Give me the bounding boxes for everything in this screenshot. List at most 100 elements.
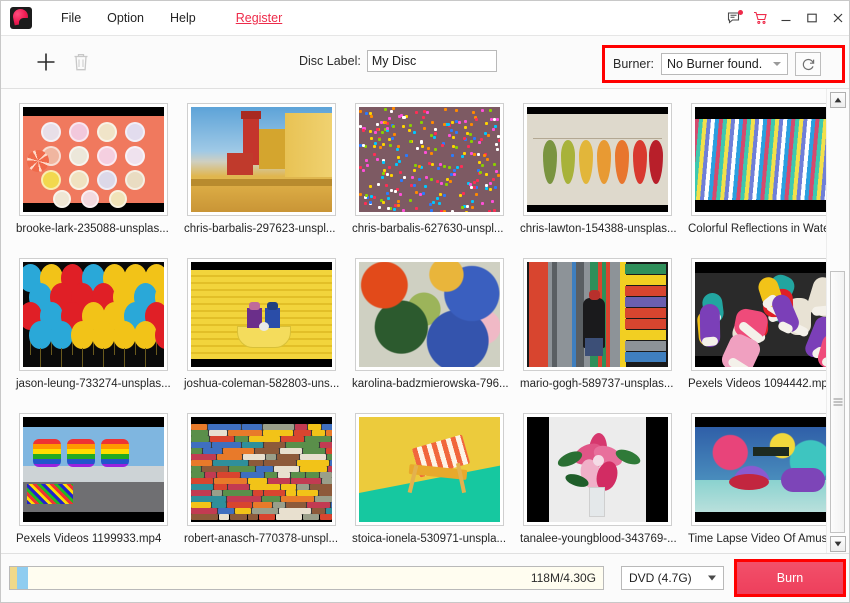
burner-select-value: No Burner found. [667,57,763,71]
file-name-label: mario-gogh-589737-unsplas... [520,378,674,390]
disc-label-input[interactable] [366,50,497,72]
feedback-badge-dot [738,10,743,15]
thumbnail-frame [354,258,504,371]
scroll-up-arrow-icon[interactable] [830,92,846,108]
burner-group: Burner: No Burner found. [605,48,842,80]
file-name-label: jason-leung-733274-unsplas... [16,378,171,390]
thumbnail-image [358,262,500,367]
add-files-button[interactable] [31,47,61,77]
file-name-label: joshua-coleman-582803-uns... [184,378,340,390]
grid-cell-reflections[interactable]: Colorful Reflections in Water.... [685,89,845,244]
grid-cell-stripes[interactable]: mario-gogh-589737-unsplas... [517,244,677,399]
capacity-bar: 118M/4.30G [9,566,604,590]
file-name-label: Time Lapse Video Of Amuse... [688,533,844,545]
file-grid[interactable]: brooke-lark-235088-unsplas... chris-barb… [1,89,849,555]
minimize-button[interactable] [773,1,799,35]
file-row: jason-leung-733274-unsplas... joshua-col… [1,244,840,399]
thumbnail-frame [690,258,840,371]
burner-highlight-box: Burner: No Burner found. [602,45,845,83]
delete-files-button[interactable] [66,47,96,77]
scrollbar-track[interactable] [830,111,845,533]
thumbnail-image [358,417,500,522]
window-controls [721,1,849,35]
file-name-label: robert-anasch-770378-unspl... [184,533,339,545]
thumbnail-frame [186,413,336,526]
disc-type-value: DVD (4.7G) [629,571,692,585]
grid-cell-spools[interactable]: Pexels Videos 1094442.mp4 [685,244,845,399]
menu-item-option[interactable]: Option [94,7,157,29]
grid-cell-books[interactable]: robert-anasch-770378-unspl... [181,399,341,554]
menu-bar: File Option Help Register [48,7,295,29]
thumbnail-image [526,417,668,522]
thumbnail-image [22,262,164,367]
chevron-down-icon [773,62,781,66]
bottom-bar: 118M/4.30G DVD (4.7G) [1,553,849,602]
disc-label-group: Disc Label: [299,50,497,72]
app-logo-icon [10,7,32,29]
grid-cell-pena[interactable]: chris-barbalis-297623-unspl... [181,89,341,244]
register-link[interactable]: Register [223,7,296,29]
thumbnail-image [190,107,332,212]
file-name-label: chris-barbalis-297623-unspl... [184,223,336,235]
thumbnail-frame [354,413,504,526]
thumbnail-frame [186,258,336,371]
thumbnail-frame [354,103,504,216]
capacity-segment-used [17,567,28,589]
thumbnail-frame [522,413,672,526]
thumbnail-frame [18,103,168,216]
file-name-label: Pexels Videos 1199933.mp4 [16,533,162,545]
grid-cell-lily[interactable]: tanalee-youngblood-343769-... [517,399,677,554]
scrollbar-thumb[interactable] [830,271,845,533]
file-name-label: chris-lawton-154388-unsplas... [520,223,677,235]
scroll-down-arrow-icon[interactable] [830,536,846,552]
grid-cell-amusement[interactable]: Time Lapse Video Of Amuse... [685,399,845,554]
menu-item-file[interactable]: File [48,7,94,29]
thumbnail-frame [186,103,336,216]
thumbnail-image [526,262,668,367]
feedback-icon[interactable] [721,1,747,35]
grid-cell-donuts[interactable]: brooke-lark-235088-unsplas... [13,89,173,244]
thumbnail-image [22,107,164,212]
thumbnail-image [526,107,668,212]
thumbnail-image [190,262,332,367]
capacity-segment-overhead [10,567,17,589]
grid-cell-painting[interactable]: karolina-badzmierowska-796... [349,244,509,399]
file-name-label: chris-barbalis-627630-unspl... [352,223,504,235]
title-bar: File Option Help Register [1,1,849,35]
thumbnail-frame [522,103,672,216]
grid-cell-confetti-1[interactable]: chris-barbalis-627630-unspl... [349,89,509,244]
thumbnail-frame [690,103,840,216]
thumbnail-frame [18,258,168,371]
grid-cell-pride[interactable]: Pexels Videos 1199933.mp4 [13,399,173,554]
file-name-label: karolina-badzmierowska-796... [352,378,509,390]
grid-cell-balloons[interactable]: jason-leung-733274-unsplas... [13,244,173,399]
close-button[interactable] [825,1,849,35]
grid-cell-bathtub[interactable]: joshua-coleman-582803-uns... [181,244,341,399]
burn-button[interactable]: Burn [737,562,843,594]
burn-highlight-box: Burn [734,559,846,597]
scrollbar-grip [833,398,842,406]
chevron-down-icon [708,575,716,581]
grid-cell-leaves[interactable]: chris-lawton-154388-unsplas... [517,89,677,244]
refresh-burner-button[interactable] [795,52,821,76]
capacity-text: 118M/4.30G [530,571,596,585]
menu-item-help[interactable]: Help [157,7,209,29]
cart-icon[interactable] [747,1,773,35]
maximize-button[interactable] [799,1,825,35]
thumbnail-frame [18,413,168,526]
burner-caption: Burner: [613,57,654,71]
thumbnail-image [694,262,836,367]
app-window: File Option Help Register Disc Label: My… [0,0,850,603]
thumbnail-image [694,107,836,212]
grid-cell-deckchair[interactable]: stoica-ionela-530971-unspla... [349,399,509,554]
vertical-scrollbar[interactable] [826,89,848,555]
file-name-label: Colorful Reflections in Water.... [688,223,845,235]
disc-type-select[interactable]: DVD (4.7G) [621,566,724,590]
thumbnail-frame [690,413,840,526]
file-row: Pexels Videos 1199933.mp4 robert-anasch-… [1,399,843,554]
disc-label-caption: Disc Label: [299,54,361,68]
file-name-label: brooke-lark-235088-unsplas... [16,223,169,235]
burner-select[interactable]: No Burner found. [661,53,788,75]
thumbnail-image [190,417,332,522]
thumbnail-frame [522,258,672,371]
